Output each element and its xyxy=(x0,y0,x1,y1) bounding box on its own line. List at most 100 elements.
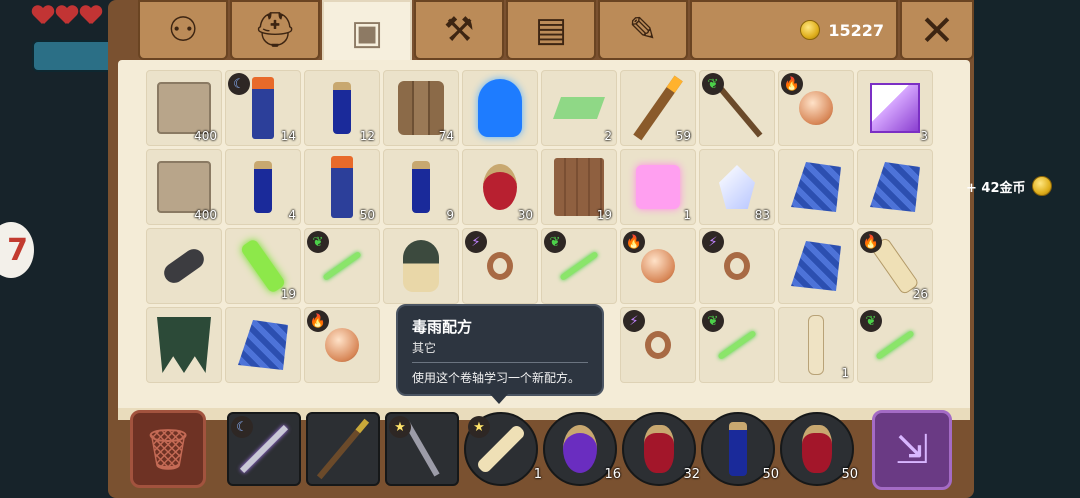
coin-reward-popup: + 42金币 xyxy=(966,176,1052,196)
inventory-slot[interactable]: 🔥 xyxy=(778,70,854,146)
ring-icon xyxy=(487,252,513,280)
inventory-slot[interactable]: 2 xyxy=(541,70,617,146)
inventory-slot[interactable]: 400 xyxy=(146,149,222,225)
red-bottle-icon xyxy=(483,164,517,210)
mana-bar xyxy=(32,40,116,72)
inventory-slot[interactable]: 3 xyxy=(857,70,933,146)
leaf-element-icon: ❦ xyxy=(860,310,882,332)
hotbar-slot[interactable]: 50 xyxy=(701,412,779,486)
inventory-slot[interactable]: 9 xyxy=(383,149,459,225)
inventory-slot[interactable]: 83 xyxy=(699,149,775,225)
inventory-slot[interactable]: ⚡ xyxy=(462,228,538,304)
tooltip-divider xyxy=(412,362,588,363)
blue-cloth-icon xyxy=(791,162,841,212)
moon-element-icon: ☾ xyxy=(228,73,250,95)
inventory-slot[interactable]: 30 xyxy=(462,149,538,225)
inventory-slot[interactable]: 50 xyxy=(304,149,380,225)
green-sword-icon xyxy=(875,329,915,361)
hotbar-slot[interactable]: ★ xyxy=(385,412,459,486)
close-button[interactable]: ✕ xyxy=(900,0,974,60)
inventory-slot[interactable]: 74 xyxy=(383,70,459,146)
inventory-slot[interactable] xyxy=(146,228,222,304)
inventory-slot[interactable]: ⚡ xyxy=(620,307,696,383)
tab-hierarchy[interactable]: ⚇ xyxy=(138,0,228,60)
fire-element-icon: 🔥 xyxy=(623,231,645,253)
inventory-slot[interactable]: 59 xyxy=(620,70,696,146)
tooltip-description: 使用这个卷轴学习一个新配方。 xyxy=(412,371,581,385)
tab-crafting[interactable]: ⚒ xyxy=(414,0,504,60)
purple-cube-icon xyxy=(870,83,920,133)
hotbar-slot[interactable]: ☾ xyxy=(227,412,301,486)
hotbar-slot[interactable]: ★ 1 xyxy=(464,412,542,486)
inventory-slot[interactable]: ❦ xyxy=(304,228,380,304)
inventory-slot[interactable]: 4 xyxy=(225,149,301,225)
inventory-slot[interactable]: 19 xyxy=(541,149,617,225)
inventory-slot[interactable] xyxy=(778,228,854,304)
coin-icon xyxy=(800,20,821,40)
inventory-slot[interactable] xyxy=(778,149,854,225)
ring-icon xyxy=(724,252,750,280)
inventory-slot[interactable]: ❦ xyxy=(699,70,775,146)
inventory-slot[interactable]: ☾ 14 xyxy=(225,70,301,146)
exit-button[interactable]: ⇲ xyxy=(872,410,952,490)
inventory-slot[interactable]: ❦ xyxy=(699,307,775,383)
tab-quests[interactable]: ✎ xyxy=(598,0,688,60)
hotbar-slot[interactable]: 16 xyxy=(543,412,621,486)
inventory-slot[interactable]: 🔥 xyxy=(620,228,696,304)
inventory-slot[interactable]: 12 xyxy=(304,70,380,146)
item-tooltip: 毒雨配方 其它 使用这个卷轴学习一个新配方。 xyxy=(396,304,604,404)
heart-icon xyxy=(32,4,54,26)
leaf-element-icon: ❦ xyxy=(544,231,566,253)
inventory-slot[interactable] xyxy=(225,307,301,383)
coin-icon xyxy=(1031,176,1052,196)
item-quantity: 30 xyxy=(517,208,533,222)
inventory-slot[interactable]: 400 xyxy=(146,70,222,146)
blue-hero-figure-icon xyxy=(478,79,522,137)
hotbar-slot[interactable] xyxy=(306,412,380,486)
inventory-slot[interactable] xyxy=(146,307,222,383)
trash-icon: 🗑 xyxy=(142,426,194,473)
item-quantity: 4 xyxy=(288,208,296,222)
green-gem-icon xyxy=(552,97,606,119)
trash-button[interactable]: 🗑 xyxy=(130,410,206,488)
tab-equipment[interactable]: ⛑ xyxy=(230,0,320,60)
inventory-slot[interactable]: ⚡ xyxy=(699,228,775,304)
green-scroll-icon xyxy=(239,237,287,295)
game-world-right xyxy=(970,0,1080,498)
item-quantity: 19 xyxy=(596,208,612,222)
leaf-element-icon: ❦ xyxy=(702,310,724,332)
hotbar-slot[interactable]: 32 xyxy=(622,412,700,486)
fire-orb-icon xyxy=(325,328,359,362)
crystal-icon xyxy=(719,165,755,209)
item-quantity: 400 xyxy=(194,129,217,143)
item-quantity: 59 xyxy=(675,129,691,143)
totem-icon xyxy=(331,156,353,218)
inventory-slot[interactable]: ❦ xyxy=(857,307,933,383)
close-icon: ✕ xyxy=(919,5,955,55)
inventory-slot[interactable] xyxy=(857,149,933,225)
hierarchy-icon: ⚇ xyxy=(167,10,199,50)
inventory-slot[interactable]: 1 xyxy=(620,149,696,225)
bomb-icon xyxy=(160,245,208,287)
inventory-slot[interactable]: ❦ xyxy=(541,228,617,304)
inventory-slot[interactable]: 🔥 xyxy=(304,307,380,383)
blue-potion-icon xyxy=(729,422,747,476)
blue-cloth-icon xyxy=(870,162,920,212)
hotbar-slot[interactable]: 50 xyxy=(780,412,858,486)
blue-potion-jar-icon xyxy=(254,161,272,213)
wood-logs-icon xyxy=(398,81,444,135)
inventory-slot[interactable] xyxy=(383,228,459,304)
inventory-slot[interactable]: 19 xyxy=(225,228,301,304)
inventory-slot[interactable] xyxy=(462,70,538,146)
inventory-slot[interactable]: 🔥 26 xyxy=(857,228,933,304)
leaf-element-icon: ❦ xyxy=(702,73,724,95)
item-quantity: 1 xyxy=(841,366,849,380)
tab-inventory[interactable]: ▣ xyxy=(322,0,412,66)
blue-bottle-icon xyxy=(412,161,430,213)
blue-cloth-icon xyxy=(238,320,288,370)
fire-orb-icon xyxy=(641,249,675,283)
inventory-slot[interactable]: 1 xyxy=(778,307,854,383)
star-element-icon: ★ xyxy=(389,416,411,438)
item-quantity: 50 xyxy=(762,467,779,482)
tab-map[interactable]: ▤ xyxy=(506,0,596,60)
